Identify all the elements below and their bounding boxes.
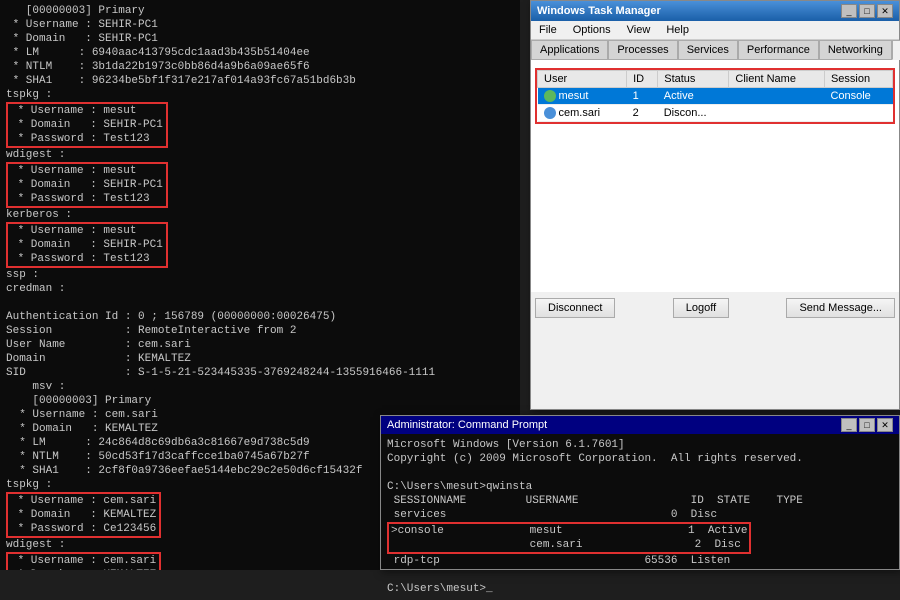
client-name-cell	[729, 105, 825, 122]
menu-file[interactable]: File	[535, 23, 561, 37]
status-cell: Discon...	[658, 105, 729, 122]
id-cell: 1	[627, 88, 658, 105]
col-client-name: Client Name	[729, 71, 825, 88]
user-cell: cem.sari	[538, 105, 627, 122]
highlight-block-cemsari-wdigest: * Username : cem.sari * Domain : KEMALTE…	[6, 552, 161, 570]
session-cell: Console	[824, 88, 892, 105]
menu-help[interactable]: Help	[662, 23, 693, 37]
cmd-titlebar: Administrator: Command Prompt _ □ ✕	[381, 416, 899, 434]
close-button[interactable]: ✕	[877, 4, 893, 18]
col-session: Session	[824, 71, 892, 88]
table-row[interactable]: mesut 1 Active Console	[538, 88, 893, 105]
disconnect-button[interactable]: Disconnect	[535, 298, 615, 318]
menu-options[interactable]: Options	[569, 23, 615, 37]
task-manager-titlebar: Windows Task Manager _ □ ✕	[531, 1, 899, 21]
tab-users[interactable]: Users	[892, 40, 900, 60]
bottom-buttons: Disconnect Logoff Send Message...	[531, 292, 899, 322]
logoff-button[interactable]: Logoff	[673, 298, 729, 318]
cmd-window: Administrator: Command Prompt _ □ ✕ Micr…	[380, 415, 900, 570]
tab-bar: Applications Processes Services Performa…	[531, 40, 899, 60]
table-row[interactable]: cem.sari 2 Discon...	[538, 105, 893, 122]
user-icon-active	[544, 90, 556, 102]
highlight-block-mesut-kerberos: * Username : mesut * Domain : SEHIR-PC1 …	[6, 222, 168, 268]
col-user: User	[538, 71, 627, 88]
maximize-button[interactable]: □	[859, 4, 875, 18]
tab-services[interactable]: Services	[678, 40, 738, 59]
client-name-cell	[729, 88, 825, 105]
id-cell: 2	[627, 105, 658, 122]
task-manager-window: Windows Task Manager _ □ ✕ File Options …	[530, 0, 900, 410]
cmd-content: Microsoft Windows [Version 6.1.7601] Cop…	[381, 434, 899, 600]
cmd-maximize-button[interactable]: □	[859, 418, 875, 432]
highlight-block-mesut-wdigest: * Username : mesut * Domain : SEHIR-PC1 …	[6, 162, 168, 208]
highlight-console-block: >console mesut 1 Active cem.sari 2 Disc	[387, 522, 751, 554]
session-cell	[824, 105, 892, 122]
user-cell: mesut	[538, 88, 627, 105]
menu-view[interactable]: View	[623, 23, 655, 37]
highlight-block-mesut-tspkg: * Username : mesut * Domain : SEHIR-PC1 …	[6, 102, 168, 148]
users-table: User ID Status Client Name Session mesut…	[537, 70, 893, 122]
col-status: Status	[658, 71, 729, 88]
users-table-wrapper: User ID Status Client Name Session mesut…	[535, 68, 895, 124]
window-controls: _ □ ✕	[841, 4, 893, 18]
tab-networking[interactable]: Networking	[819, 40, 892, 59]
tab-performance[interactable]: Performance	[738, 40, 819, 59]
status-cell: Active	[658, 88, 729, 105]
task-manager-title: Windows Task Manager	[537, 5, 661, 17]
col-id: ID	[627, 71, 658, 88]
tab-applications[interactable]: Applications	[531, 40, 608, 59]
cmd-close-button[interactable]: ✕	[877, 418, 893, 432]
send-message-button[interactable]: Send Message...	[786, 298, 895, 318]
cmd-title: Administrator: Command Prompt	[387, 419, 547, 431]
highlight-block-cemsari-tspkg: * Username : cem.sari * Domain : KEMALTE…	[6, 492, 161, 538]
minimize-button[interactable]: _	[841, 4, 857, 18]
menu-bar: File Options View Help	[531, 21, 899, 40]
tab-processes[interactable]: Processes	[608, 40, 677, 59]
cmd-minimize-button[interactable]: _	[841, 418, 857, 432]
cmd-window-controls: _ □ ✕	[841, 418, 893, 432]
user-icon-inactive	[544, 107, 556, 119]
